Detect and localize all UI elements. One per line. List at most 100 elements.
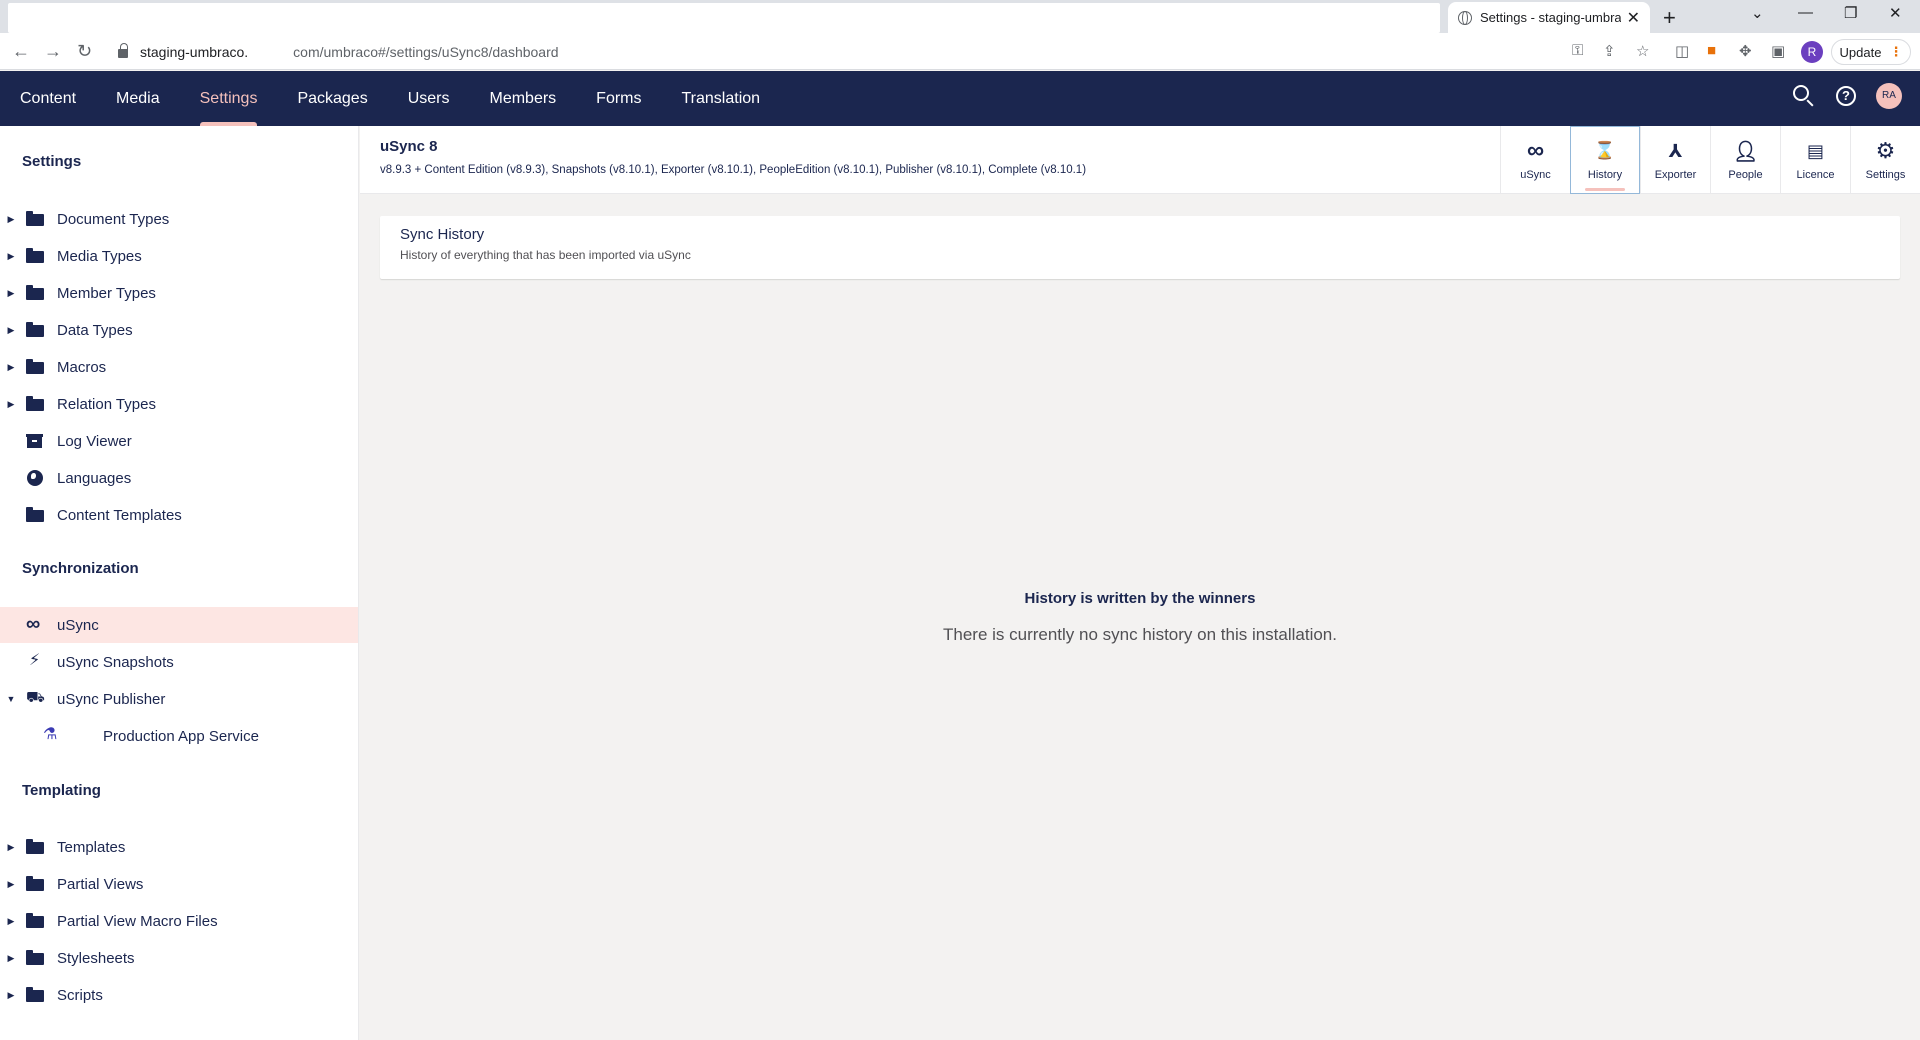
app-header: Content Media Settings Packages Users Me… <box>0 71 1920 126</box>
lightning-icon: ⚡ <box>29 652 41 669</box>
expand-caret-icon[interactable]: ▶ <box>5 990 17 1001</box>
user-avatar[interactable]: RA <box>1876 83 1902 109</box>
tree-item-partial-views[interactable]: ▶ Partial Views <box>0 866 358 902</box>
tab-title: Settings - staging-umbrac <box>1480 10 1621 25</box>
tree-item-label: Log Viewer <box>57 432 132 450</box>
tree-item-partial-view-macro-files[interactable]: ▶ Partial View Macro Files <box>0 903 358 939</box>
folder-icon <box>26 211 44 227</box>
update-button[interactable]: Update ⋮ <box>1831 39 1911 65</box>
folder-icon <box>26 322 44 338</box>
search-icon[interactable] <box>1792 84 1816 108</box>
tree-item-languages[interactable]: Languages <box>0 460 358 496</box>
expand-caret-icon[interactable]: ▶ <box>5 251 17 262</box>
minimize-icon[interactable]: — <box>1798 4 1813 21</box>
gear-icon: ⚙ <box>1875 138 1896 163</box>
tab-close-icon[interactable]: ✕ <box>1627 8 1640 28</box>
star-icon[interactable]: ☆ <box>1636 42 1649 60</box>
back-icon[interactable]: ← <box>12 41 30 62</box>
puzzle-icon[interactable]: ✥ <box>1739 42 1752 60</box>
browser-tab[interactable]: Settings - staging-umbrac ✕ <box>1448 2 1650 33</box>
extension-icon[interactable]: ◫ <box>1675 42 1689 60</box>
expand-caret-icon[interactable]: ▶ <box>5 953 17 964</box>
empty-state-title: History is written by the winners <box>1024 590 1256 607</box>
hourglass-icon: ⌛ <box>1594 141 1616 160</box>
folder-icon <box>26 913 44 929</box>
tree-item-label: Scripts <box>57 986 103 1004</box>
tab-search-icon[interactable]: ⌄ <box>1751 4 1764 22</box>
app-tab-licence[interactable]: ▤ Licence <box>1780 126 1850 194</box>
forward-icon[interactable]: → <box>44 41 62 62</box>
app-tab-label: Exporter <box>1654 169 1697 181</box>
folder-icon <box>26 987 44 1003</box>
tree-item-data-types[interactable]: ▶ Data Types <box>0 312 358 348</box>
address-bar[interactable]: staging-umbraco. com/umbraco#/settings/uS… <box>108 36 1548 66</box>
new-tab-button[interactable]: + <box>1663 5 1676 31</box>
update-label: Update <box>1839 44 1882 60</box>
infinity-icon: ∞ <box>26 613 41 635</box>
expand-caret-icon[interactable]: ▶ <box>5 214 17 225</box>
expand-caret-icon[interactable]: ▶ <box>5 879 17 890</box>
app-tab-usync[interactable]: ∞ uSync <box>1500 126 1570 194</box>
folder-icon <box>26 396 44 412</box>
tree-item-member-types[interactable]: ▶ Member Types <box>0 275 358 311</box>
tree-item-media-types[interactable]: ▶ Media Types <box>0 238 358 274</box>
help-icon[interactable]: ? <box>1834 84 1858 108</box>
expand-caret-icon[interactable]: ▶ <box>5 842 17 853</box>
collapse-caret-icon[interactable]: ▼ <box>5 694 17 704</box>
tree-item-usync-snapshots[interactable]: ⚡ uSync Snapshots <box>0 644 358 680</box>
tree-item-document-types[interactable]: ▶ Document Types <box>0 201 358 237</box>
section-content[interactable]: Content <box>0 71 96 126</box>
reload-icon[interactable]: ↻ <box>77 41 92 62</box>
tree-item-label: Content Templates <box>57 506 182 524</box>
app-tab-settings[interactable]: ⚙ Settings <box>1850 126 1920 194</box>
section-media[interactable]: Media <box>96 71 180 126</box>
tree-item-label: Stylesheets <box>57 949 135 967</box>
app-tab-history[interactable]: ⌛ History <box>1570 126 1640 194</box>
tree-item-label: Languages <box>57 469 132 487</box>
dashboard-header: uSync 8 v8.9.3 + Content Edition (v8.9.3… <box>360 126 1920 194</box>
tree-item-macros[interactable]: ▶ Macros <box>0 349 358 385</box>
side-panel-icon[interactable]: ▣ <box>1771 42 1785 60</box>
restore-icon[interactable]: ❐ <box>1844 4 1857 22</box>
section-packages[interactable]: Packages <box>277 71 387 126</box>
lock-icon <box>118 42 128 58</box>
app-tab-people[interactable]: 👤︎ People <box>1710 126 1780 194</box>
lastpass-icon[interactable]: ■ <box>1707 42 1716 59</box>
key-icon[interactable]: ⚿ <box>1572 42 1583 59</box>
expand-caret-icon[interactable]: ▶ <box>5 325 17 336</box>
tree-item-templates[interactable]: ▶ Templates <box>0 829 358 865</box>
expand-caret-icon[interactable]: ▶ <box>5 288 17 299</box>
section-forms[interactable]: Forms <box>576 71 661 126</box>
tree-item-stylesheets[interactable]: ▶ Stylesheets <box>0 940 358 976</box>
tree-item-scripts[interactable]: ▶ Scripts <box>0 977 358 1013</box>
expand-caret-icon[interactable]: ▶ <box>5 399 17 410</box>
section-translation[interactable]: Translation <box>662 71 781 126</box>
more-icon: ⋮ <box>1889 44 1903 59</box>
section-members[interactable]: Members <box>469 71 576 126</box>
window-close-icon[interactable]: ✕ <box>1889 4 1902 22</box>
folder-icon <box>26 839 44 855</box>
tree-item-production-app-service[interactable]: ⚗ Production App Service <box>0 718 358 754</box>
tree-item-content-templates[interactable]: Content Templates <box>0 497 358 533</box>
share-icon[interactable]: ⇪ <box>1603 42 1616 60</box>
profile-avatar[interactable]: R <box>1801 41 1823 63</box>
section-settings[interactable]: Settings <box>180 71 278 126</box>
tree-item-label: Macros <box>57 358 107 376</box>
app-tab-exporter[interactable]: ⅄ Exporter <box>1640 126 1710 194</box>
tree-item-log-viewer[interactable]: Log Viewer <box>0 423 358 459</box>
app-tab-label: uSync <box>1520 169 1551 181</box>
globe-icon <box>1458 10 1472 25</box>
section-users[interactable]: Users <box>388 71 470 126</box>
tree-item-label: Templates <box>57 838 126 856</box>
tree-item-usync[interactable]: ∞ uSync <box>0 607 358 643</box>
tree-item-label: Production App Service <box>103 727 259 745</box>
group-title-settings: Settings <box>22 153 82 170</box>
expand-caret-icon[interactable]: ▶ <box>5 362 17 373</box>
tree-item-relation-types[interactable]: ▶ Relation Types <box>0 386 358 422</box>
expand-caret-icon[interactable]: ▶ <box>5 916 17 927</box>
network-icon: ⅄ <box>1668 140 1683 161</box>
tree-item-usync-publisher[interactable]: ▼ ⛟ uSync Publisher <box>0 681 358 717</box>
tree-item-label: uSync Publisher <box>57 690 166 708</box>
tree-item-label: uSync <box>57 616 99 634</box>
app-tab-label: Settings <box>1865 169 1906 181</box>
